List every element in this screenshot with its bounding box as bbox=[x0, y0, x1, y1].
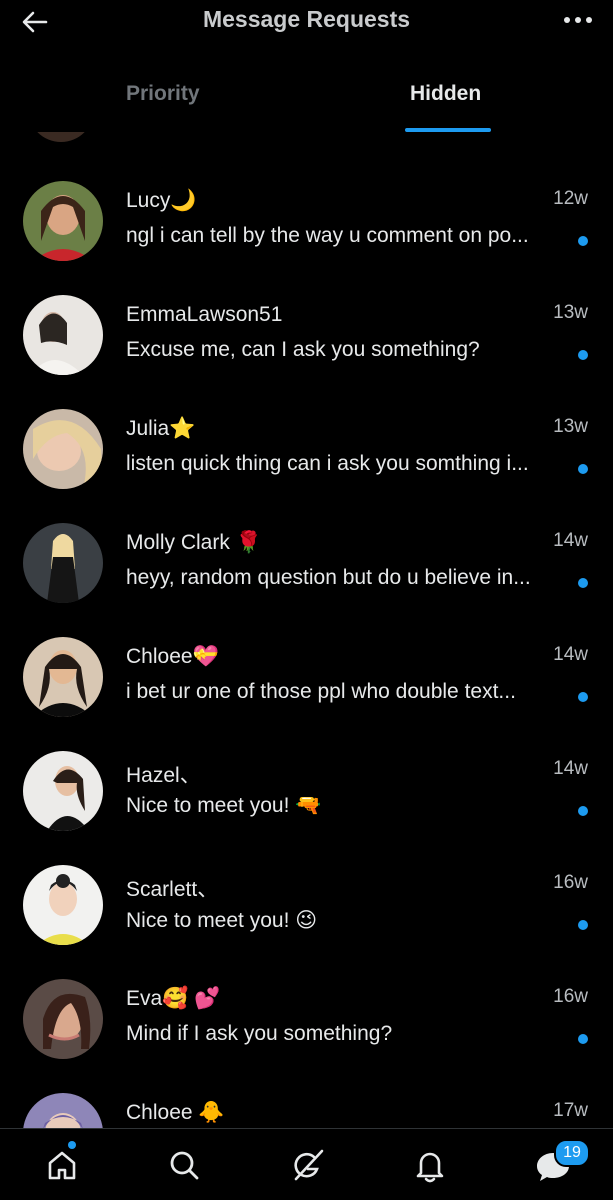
message-preview: listen quick thing can i ask you somthin… bbox=[126, 452, 529, 475]
sender-name: Chloee 🐥 bbox=[126, 1101, 225, 1124]
message-preview: Mind if I ask you something? bbox=[126, 1022, 393, 1045]
nav-grok[interactable] bbox=[288, 1145, 328, 1185]
message-preview: ngl i can tell by the way u comment on p… bbox=[126, 224, 529, 247]
sender-name: Molly Clark 🌹 bbox=[126, 531, 262, 554]
avatar bbox=[23, 1093, 103, 1128]
unread-dot bbox=[578, 692, 588, 702]
timestamp: 14w bbox=[553, 644, 588, 665]
top-bar: Message Requests bbox=[0, 0, 613, 44]
timestamp: 13w bbox=[553, 416, 588, 437]
nav-notifications[interactable] bbox=[410, 1145, 450, 1185]
unread-dot bbox=[578, 806, 588, 816]
message-preview: heyy, random question but do u believe i… bbox=[126, 566, 531, 589]
timestamp: 14w bbox=[553, 758, 588, 779]
bottom-navigation: 19 bbox=[0, 1128, 613, 1200]
unread-dot bbox=[578, 464, 588, 474]
unread-dot bbox=[578, 578, 588, 588]
message-preview: i bet ur one of those ppl who double tex… bbox=[126, 680, 516, 703]
tab-priority[interactable]: Priority bbox=[126, 82, 200, 132]
messages-badge: 19 bbox=[554, 1139, 590, 1167]
unread-dot bbox=[578, 1034, 588, 1044]
conversation-row[interactable]: Molly Clark 🌹 heyy, random question but … bbox=[0, 474, 613, 603]
request-tabs: Priority Hidden bbox=[0, 82, 613, 132]
unread-dot bbox=[578, 920, 588, 930]
home-icon bbox=[48, 1151, 76, 1180]
timestamp: 17w bbox=[553, 1100, 588, 1121]
conversation-row[interactable]: Chloee💝 i bet ur one of those ppl who do… bbox=[0, 588, 613, 717]
timestamp: 16w bbox=[553, 872, 588, 893]
conversation-row[interactable]: Eva🥰 💕 Mind if I ask you something? 16w bbox=[0, 930, 613, 1059]
tab-hidden[interactable]: Hidden bbox=[410, 82, 481, 132]
sender-name: Lucy🌙 bbox=[126, 189, 197, 212]
timestamp: 16w bbox=[553, 986, 588, 1007]
sender-name: Julia⭐ bbox=[126, 417, 196, 440]
timestamp: 13w bbox=[553, 302, 588, 323]
page-title: Message Requests bbox=[202, 6, 411, 32]
conversation-row[interactable]: Hazel、 Nice to meet you! 🔫 14w bbox=[0, 702, 613, 831]
nav-home[interactable] bbox=[42, 1145, 82, 1185]
sender-name: EmmaLawson51 bbox=[126, 303, 283, 326]
more-options-button[interactable] bbox=[561, 8, 595, 32]
conversation-list[interactable]: Lucy🌙 ngl i can tell by the way u commen… bbox=[0, 132, 613, 1128]
conversation-row[interactable]: Julia⭐ listen quick thing can i ask you … bbox=[0, 360, 613, 489]
notification-dot bbox=[68, 1141, 76, 1149]
timestamp: 14w bbox=[553, 530, 588, 551]
conversation-row[interactable]: EmmaLawson51 Excuse me, can I ask you so… bbox=[0, 246, 613, 375]
message-preview: Excuse me, can I ask you something? bbox=[126, 338, 480, 361]
sender-name: Eva🥰 💕 bbox=[126, 987, 221, 1010]
conversation-row[interactable]: Chloee 🐥 17w bbox=[0, 1044, 613, 1128]
grok-icon bbox=[294, 1149, 324, 1181]
sender-name: Chloee💝 bbox=[126, 645, 219, 668]
conversation-row[interactable]: Lucy🌙 ngl i can tell by the way u commen… bbox=[0, 132, 613, 261]
sender-name: Hazel、 bbox=[126, 764, 201, 787]
more-horizontal-icon bbox=[564, 17, 592, 23]
sender-name: Scarlett、 bbox=[126, 878, 219, 901]
bell-icon bbox=[416, 1152, 444, 1183]
conversation-row[interactable]: Scarlett、 Nice to meet you! 😉 16w bbox=[0, 816, 613, 945]
nav-search[interactable] bbox=[164, 1145, 204, 1185]
message-preview: Nice to meet you! 🔫 bbox=[126, 794, 322, 817]
search-icon bbox=[170, 1151, 199, 1180]
unread-dot bbox=[578, 236, 588, 246]
unread-dot bbox=[578, 350, 588, 360]
timestamp: 12w bbox=[553, 188, 588, 209]
